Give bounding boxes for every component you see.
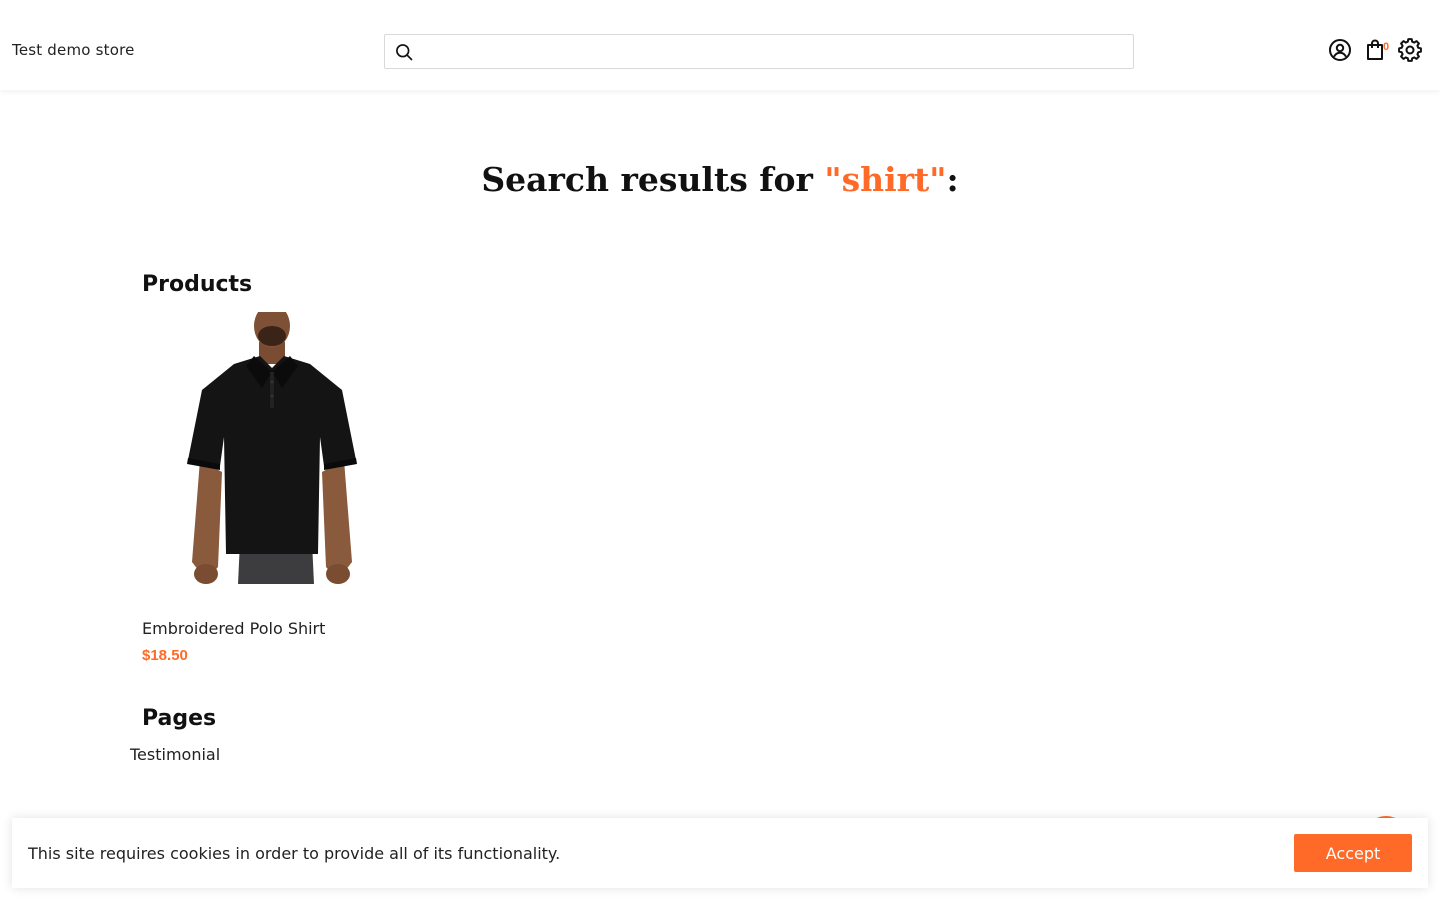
store-name[interactable]: Test demo store <box>12 41 135 59</box>
accept-cookies-button[interactable]: Accept <box>1294 834 1412 872</box>
product-card[interactable]: Embroidered Polo Shirt $18.50 <box>142 312 402 672</box>
search-input[interactable] <box>421 35 1127 68</box>
search-icon[interactable] <box>394 42 414 62</box>
pages-heading: Pages <box>142 706 217 731</box>
account-icon[interactable] <box>1328 38 1352 62</box>
cookie-message: This site requires cookies in order to p… <box>28 844 561 863</box>
cart-count-badge: 0 <box>1383 41 1390 53</box>
product-name[interactable]: Embroidered Polo Shirt <box>142 619 325 638</box>
cookie-banner: This site requires cookies in order to p… <box>12 818 1428 888</box>
settings-icon[interactable] <box>1398 38 1422 62</box>
search-query: "shirt" <box>824 160 947 199</box>
title-suffix: : <box>946 160 959 199</box>
page-title: Search results for "shirt": <box>0 160 1440 199</box>
title-prefix: Search results for <box>481 160 825 199</box>
page-link-testimonial[interactable]: Testimonial <box>130 745 220 764</box>
product-image[interactable] <box>142 312 402 584</box>
site-header: Test demo store 0 <box>0 0 1440 90</box>
product-price: $18.50 <box>142 647 188 664</box>
products-heading: Products <box>142 272 253 297</box>
search-bar[interactable] <box>384 34 1134 69</box>
